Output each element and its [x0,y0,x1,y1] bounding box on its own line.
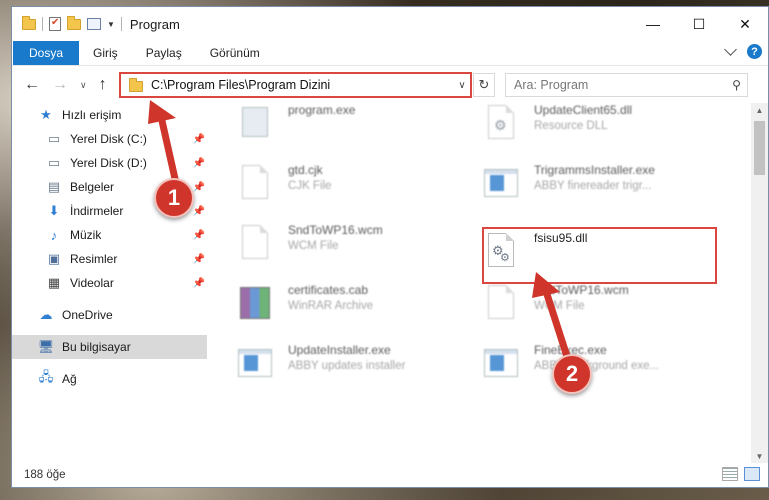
arrow-1-head [148,100,176,124]
annotation-arrows [148,100,576,376]
arrow-2-head [532,272,560,298]
callout-badge: 2 [552,354,592,394]
callout-badge: 1 [154,178,194,218]
